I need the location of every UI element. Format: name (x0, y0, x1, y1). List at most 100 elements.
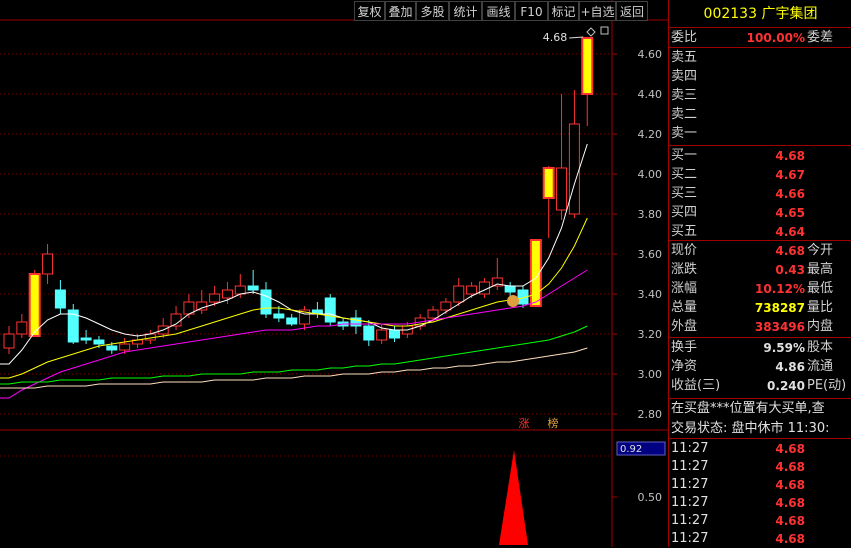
price-tick-label: 4.40 (638, 88, 663, 101)
candle-body (247, 285, 259, 291)
candle-body (324, 297, 336, 323)
tick-time: 11:27 (671, 477, 709, 492)
toolbar-button-7[interactable]: +自选 (579, 1, 616, 21)
weibi-value: 100.00% (746, 31, 805, 45)
stat-label: 总量 (671, 300, 698, 315)
stat-label-2: 内盘 (807, 319, 834, 334)
stat2-label: 净资 (671, 359, 698, 374)
stat-label: 现价 (671, 243, 698, 258)
toolbar-button-0[interactable]: 复权 (354, 1, 385, 21)
trade-status: 交易状态: 盘中休市 11:30: (671, 421, 830, 436)
tick-price: 4.68 (775, 478, 805, 492)
tick-time: 11:27 (671, 531, 709, 546)
buy-label: 买四 (671, 205, 698, 220)
weicha-label: 委差 (807, 30, 834, 45)
stat2-label-2: PE(动) (807, 378, 847, 393)
stat2-label: 收益(三) (671, 378, 721, 393)
sell-row: 卖五 (671, 49, 851, 67)
tick-price: 4.68 (775, 460, 805, 474)
candle-body (106, 345, 118, 351)
price-tick-label: 3.80 (638, 208, 663, 221)
candle-body (234, 285, 246, 295)
buy-label: 买二 (671, 167, 698, 182)
buy-price: 4.64 (775, 225, 805, 239)
candle-body (556, 167, 568, 211)
stat-label-2: 最低 (807, 281, 834, 296)
price-tick-label: 4.60 (638, 48, 663, 61)
stat2-value: 4.86 (775, 360, 805, 374)
tick-time: 11:27 (671, 495, 709, 510)
high-price-pointer (569, 36, 584, 39)
sell-row: 卖三 (671, 87, 851, 105)
price-tick-label: 3.40 (638, 288, 663, 301)
tick-price: 4.68 (775, 442, 805, 456)
candle-body (440, 301, 452, 311)
buy-row: 买一 4.68 (671, 147, 851, 165)
buy-row: 买五 4.64 (671, 223, 851, 241)
stat-value: 0.43 (775, 263, 805, 277)
stat2-label-2: 股本 (807, 340, 834, 355)
price-tick-label: 2.80 (638, 408, 663, 421)
indicator-value: 0.92 (620, 444, 642, 455)
candle-body (42, 253, 54, 275)
kline-chart[interactable]: 4.60 4.40 4.20 4.00 3.80 3.60 3.40 3.20 3.00 2.80… (0, 0, 668, 547)
stat-value: 10.12% (755, 282, 805, 296)
candle-body (504, 285, 516, 293)
tick-row: 11:27 4.68 (671, 440, 851, 458)
buy-label: 买五 (671, 224, 698, 239)
toolbar-button-2[interactable]: 多股 (416, 1, 449, 21)
toolbar-button-1[interactable]: 叠加 (385, 1, 416, 21)
candle-body (466, 285, 478, 295)
ma-line-3 (0, 325, 588, 385)
indicator-tick-label: 0.50 (638, 491, 663, 504)
buy-label: 买三 (671, 186, 698, 201)
stat-label-2: 今开 (807, 243, 834, 258)
candle-body (273, 313, 285, 319)
stock-header: 002133 广宇集团 (669, 0, 851, 28)
stat2-row: 换手 9.59% 股本 (671, 339, 851, 357)
stat2-label: 换手 (671, 340, 698, 355)
weibi-label: 委比 (671, 30, 698, 45)
buy-price: 4.67 (775, 168, 805, 182)
stat-row: 涨跌 0.43 最高 (671, 261, 851, 279)
candle-body (542, 167, 555, 199)
tick-time: 11:27 (671, 459, 709, 474)
stat-row: 外盘 383496 内盘 (671, 318, 851, 336)
candle-body (427, 309, 439, 319)
money-bag-icon (507, 295, 519, 307)
candle-body (568, 123, 580, 215)
candle-body (376, 329, 388, 341)
candle-body (286, 317, 298, 325)
candle-body (54, 289, 66, 309)
buy-price: 4.66 (775, 187, 805, 201)
quote-panel: 002133 广宇集团 委比 100.00% 委差 卖五 卖四 卖三 卖二 卖一 买一 4… (668, 0, 851, 547)
tick-row: 11:27 4.68 (671, 476, 851, 494)
price-tick-label: 4.00 (638, 168, 663, 181)
toolbar-button-5[interactable]: F10 (515, 1, 548, 21)
toolbar-button-8[interactable]: 返回 (616, 1, 648, 21)
sell-label: 卖三 (671, 88, 698, 103)
weibi-row: 委比 100.00% 委差 (671, 29, 851, 47)
stat2-row: 净资 4.86 流通 (671, 358, 851, 376)
candle-body (389, 329, 400, 339)
candle-body (28, 273, 41, 337)
sell-label: 卖四 (671, 69, 698, 84)
stat-label-2: 量比 (807, 300, 834, 315)
toolbar-button-4[interactable]: 画线 (482, 1, 515, 21)
tick-price: 4.68 (775, 496, 805, 510)
diamond-icon (586, 27, 596, 37)
stock-code: 002133 (703, 6, 757, 22)
stat-label: 涨幅 (671, 281, 698, 296)
toolbar-button-6[interactable]: 标记 (548, 1, 579, 21)
candle-body (221, 289, 233, 299)
buy-price: 4.68 (775, 149, 805, 163)
price-tick-label: 4.20 (638, 128, 663, 141)
candle-body (453, 285, 465, 303)
stat-label: 涨跌 (671, 262, 698, 277)
tick-row: 11:27 4.68 (671, 458, 851, 476)
tick-row: 11:27 4.68 (671, 512, 851, 530)
stat2-value: 0.240 (767, 379, 805, 393)
toolbar-button-3[interactable]: 统计 (449, 1, 482, 21)
high-price-label: 4.68 (543, 31, 568, 44)
stat-value: 383496 (754, 320, 805, 334)
